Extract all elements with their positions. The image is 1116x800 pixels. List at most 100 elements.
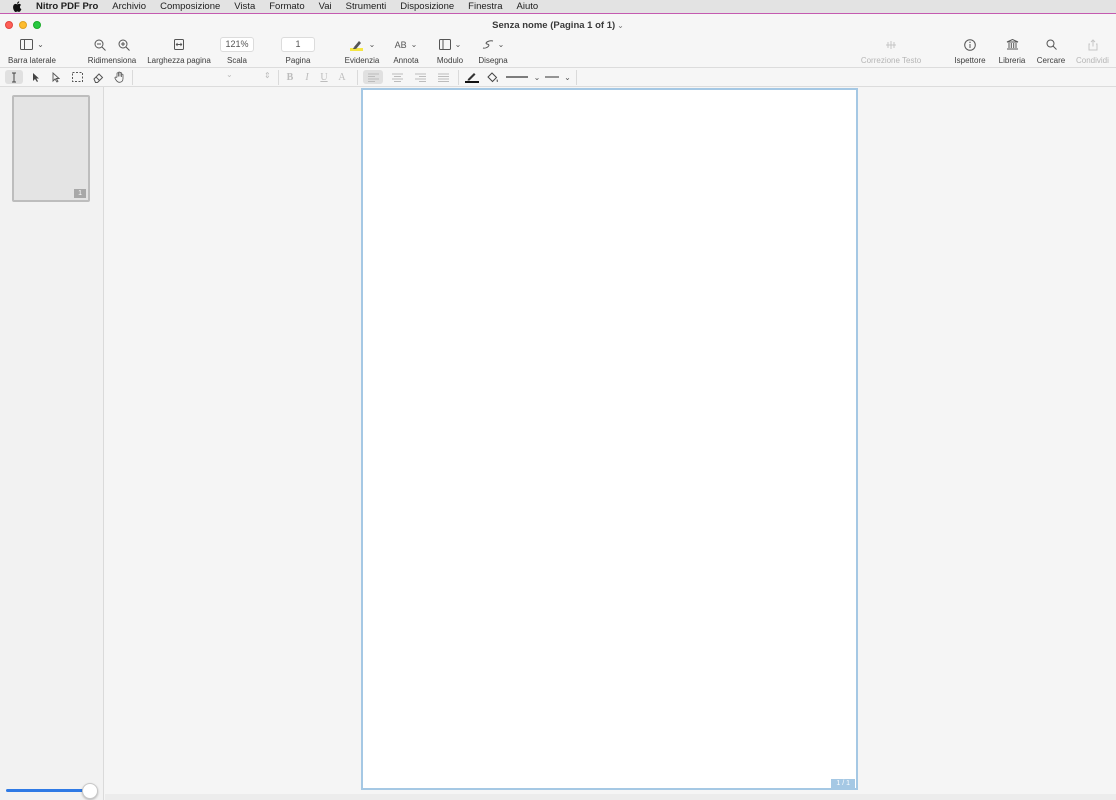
share-button[interactable]: Condividi <box>1076 36 1116 65</box>
line-width-select[interactable]: ⌄ <box>543 70 573 84</box>
thumbnail-size-slider-knob[interactable] <box>82 783 98 799</box>
sidebar-icon <box>20 39 34 50</box>
chevron-down-icon: ⌄ <box>617 21 624 30</box>
chevron-down-icon: ⌄ <box>37 40 44 49</box>
window-title[interactable]: Senza nome (Pagina 1 of 1) ⌄ <box>0 20 1116 31</box>
text-select-tool[interactable] <box>5 70 23 84</box>
library-icon <box>1006 39 1018 50</box>
scale-label: Scala <box>226 56 247 65</box>
divider <box>357 70 358 85</box>
search-icon <box>1046 39 1057 50</box>
arrow-pointer-icon <box>33 72 39 82</box>
highlight-button[interactable]: ⌄ Evidenzia <box>342 36 382 65</box>
marquee-icon <box>71 72 83 82</box>
page-width-label: Larghezza pagina <box>147 56 211 65</box>
align-right-icon <box>414 73 426 82</box>
pdf-page[interactable]: 1 / 1 <box>361 88 858 790</box>
apple-menu-icon[interactable] <box>12 1 24 12</box>
highlighter-icon <box>349 40 363 51</box>
menu-strumenti[interactable]: Strumenti <box>339 0 394 13</box>
window-title-text: Senza nome (Pagina 1 of 1) <box>492 20 616 31</box>
chevron-down-icon: ⌄ <box>410 40 418 49</box>
menu-app-name[interactable]: Nitro PDF Pro <box>36 0 105 13</box>
menu-aiuto[interactable]: Aiuto <box>510 0 546 13</box>
divider <box>278 70 279 85</box>
align-justify-button[interactable] <box>434 70 452 84</box>
chevron-down-icon: ⌄ <box>564 72 571 82</box>
text-cursor-icon <box>12 72 16 82</box>
eraser-icon <box>92 72 103 83</box>
annotate-text-icon: AB <box>394 39 407 50</box>
hand-icon <box>113 71 123 83</box>
select-tool[interactable] <box>28 70 44 84</box>
thumbnail-page-number: 1 <box>74 189 86 198</box>
divider <box>458 70 459 85</box>
text-correction-button[interactable]: Correzione Testo <box>858 36 924 65</box>
info-icon <box>964 38 976 51</box>
inspector-button[interactable]: Ispettore <box>952 36 988 65</box>
chevron-down-icon: ⌄ <box>226 70 233 79</box>
form-button[interactable]: ⌄ Modulo <box>434 36 466 65</box>
page-width-button[interactable]: Larghezza pagina <box>147 36 211 65</box>
draw-button[interactable]: ⌄ Disegna <box>476 36 510 65</box>
sidebar-toggle-button[interactable]: ⌄ Barra laterale <box>6 36 58 65</box>
search-button[interactable]: Cercare <box>1036 36 1066 65</box>
menu-vai[interactable]: Vai <box>312 0 339 13</box>
text-style-button[interactable]: A <box>335 70 349 84</box>
italic-button[interactable]: I <box>300 70 314 84</box>
align-center-icon <box>391 73 403 82</box>
align-right-button[interactable] <box>411 70 429 84</box>
chevron-down-icon: ⌄ <box>497 40 505 49</box>
stroke-color-button[interactable] <box>463 70 481 84</box>
menu-composizione[interactable]: Composizione <box>153 0 227 13</box>
line-style-icon <box>505 76 528 78</box>
draw-label: Disegna <box>478 56 508 65</box>
align-center-button[interactable] <box>388 70 406 84</box>
line-style-select[interactable]: ⌄ <box>504 70 542 84</box>
stepper-icon: ⇕ <box>264 71 271 80</box>
page-thumbnail[interactable]: 1 <box>12 95 90 202</box>
form-label: Modulo <box>436 56 464 65</box>
menu-archivio[interactable]: Archivio <box>105 0 153 13</box>
menu-formato[interactable]: Formato <box>262 0 311 13</box>
line-width-icon <box>545 76 560 78</box>
divider <box>132 70 133 85</box>
font-selector[interactable]: ⌄ ⇕ <box>136 70 276 84</box>
library-label: Libreria <box>998 56 1026 65</box>
eraser-tool[interactable] <box>90 70 106 84</box>
divider <box>576 70 577 85</box>
zoom-out-icon[interactable] <box>94 39 106 51</box>
fill-color-button[interactable] <box>484 70 502 84</box>
hand-tool[interactable] <box>111 70 127 84</box>
align-left-button[interactable] <box>363 70 383 84</box>
bold-button[interactable]: B <box>283 70 297 84</box>
thumbnail-size-slider-track[interactable] <box>6 789 90 792</box>
zoom-in-icon[interactable] <box>118 39 130 51</box>
page-number-field[interactable]: 1 <box>281 37 315 52</box>
annotate-label: Annota <box>393 56 419 65</box>
paint-bucket-icon <box>487 71 498 82</box>
document-area[interactable]: 1 / 1 <box>105 87 1116 800</box>
align-justify-icon <box>437 73 449 82</box>
library-button[interactable]: Libreria <box>996 36 1028 65</box>
scale-group: 121% Scala <box>219 36 255 65</box>
scale-field[interactable]: 121% <box>220 37 254 52</box>
underline-button[interactable]: U <box>317 70 331 84</box>
share-label: Condividi <box>1076 56 1109 65</box>
align-left-icon <box>367 73 379 82</box>
page-label: Pagina <box>285 56 311 65</box>
resize-group: Ridimensiona <box>86 36 138 65</box>
marquee-select-tool[interactable] <box>69 70 85 84</box>
thumbnail-sidebar: 1 <box>0 87 104 800</box>
annotate-button[interactable]: AB ⌄ Annota <box>390 36 422 66</box>
menu-finestra[interactable]: Finestra <box>461 0 509 13</box>
horizontal-scrollbar[interactable] <box>105 794 1116 800</box>
form-icon <box>438 39 451 50</box>
page-indicator: 1 / 1 <box>831 779 855 788</box>
menu-vista[interactable]: Vista <box>227 0 262 13</box>
sidebar-label: Barra laterale <box>7 56 57 65</box>
menu-disposizione[interactable]: Disposizione <box>393 0 461 13</box>
chevron-down-icon: ⌄ <box>454 40 462 49</box>
object-select-tool[interactable] <box>48 70 64 84</box>
text-correction-icon <box>886 40 896 49</box>
